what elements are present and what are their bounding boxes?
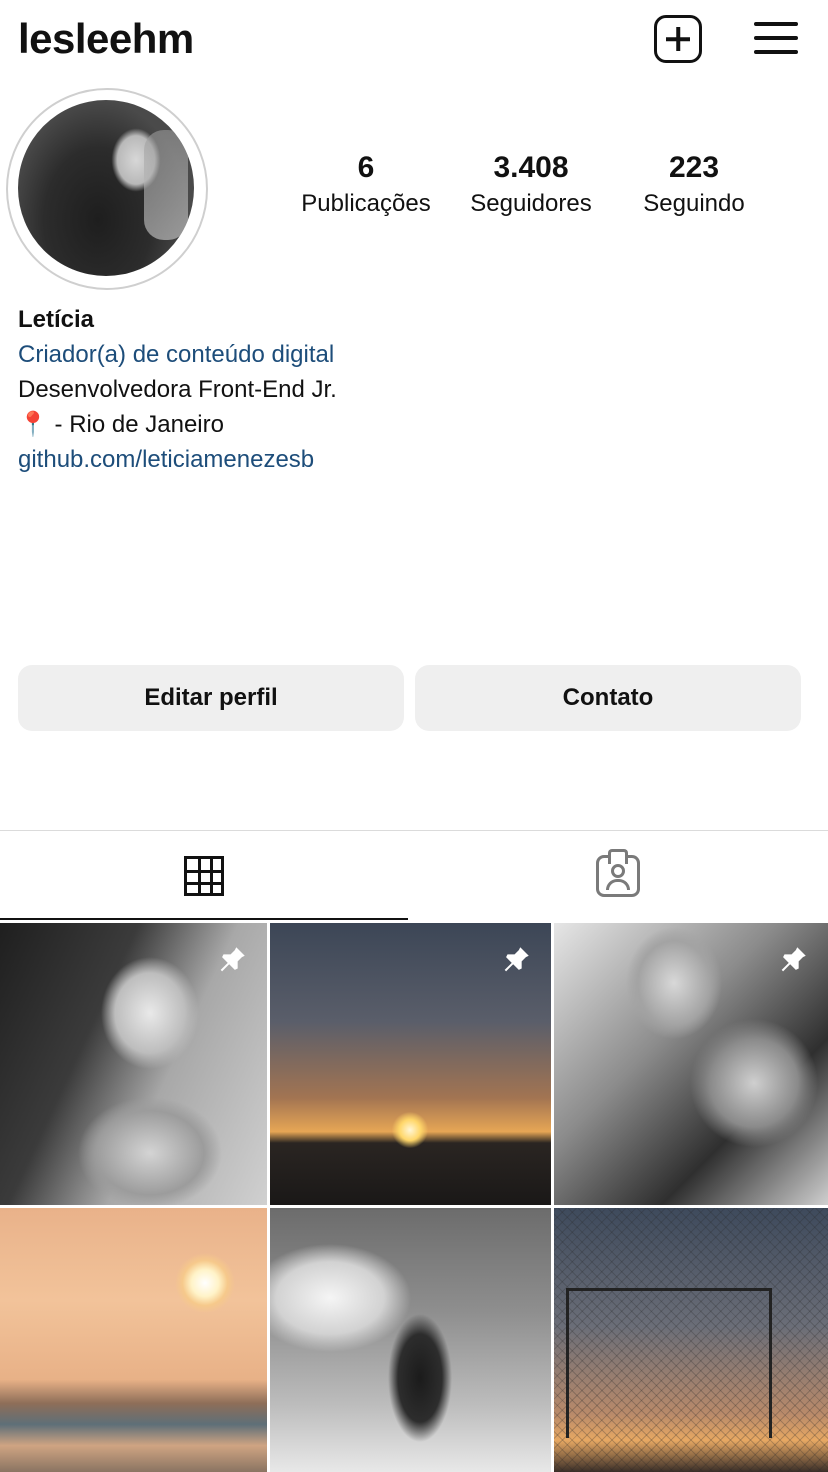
display-name: Letícia	[18, 306, 95, 333]
bio-location: 📍 - Rio de Janeiro	[18, 407, 808, 442]
contact-button[interactable]: Contato	[415, 665, 801, 731]
stat-following-label: Seguindo	[643, 190, 745, 217]
pin-icon	[776, 943, 810, 977]
post-thumbnail[interactable]	[0, 923, 267, 1205]
pin-icon	[215, 943, 249, 977]
pin-emoji-icon: 📍	[18, 411, 48, 438]
stat-following-count: 223	[668, 151, 720, 184]
tabs-divider	[0, 830, 828, 831]
post-thumbnail[interactable]	[554, 1208, 828, 1472]
bio-location-text: - Rio de Janeiro	[47, 411, 224, 438]
stat-followers-label: Seguidores	[470, 190, 592, 217]
stat-followers-count: 3.408	[493, 151, 569, 184]
grid-icon	[184, 856, 224, 896]
pin-icon	[499, 943, 533, 977]
profile-link[interactable]: github.com/leticiamenezesb	[18, 442, 808, 477]
top-bar: lesleehm	[0, 0, 828, 82]
profile-page: lesleehm 6 Publicações 3.408 Seguidores …	[0, 0, 828, 1472]
avatar[interactable]	[6, 88, 208, 290]
stat-posts[interactable]: 6 Publicações	[290, 150, 442, 220]
tab-selected-indicator	[0, 918, 408, 920]
stat-following[interactable]: 223 Seguindo	[626, 150, 762, 220]
profile-photo	[18, 100, 194, 276]
edit-profile-button[interactable]: Editar perfil	[18, 665, 404, 731]
stat-posts-count: 6	[357, 151, 375, 184]
hamburger-menu-icon[interactable]	[754, 20, 798, 56]
fence-frame	[566, 1288, 772, 1438]
post-thumbnail[interactable]	[0, 1208, 267, 1472]
plus-square-icon[interactable]	[654, 15, 702, 63]
bio-line-1: Desenvolvedora Front-End Jr.	[18, 376, 337, 403]
username[interactable]: lesleehm	[18, 12, 194, 66]
post-thumbnail[interactable]	[554, 923, 828, 1205]
stat-posts-label: Publicações	[301, 190, 431, 217]
category-label[interactable]: Criador(a) de conteúdo digital	[18, 337, 808, 372]
tab-grid[interactable]	[0, 832, 408, 920]
post-thumbnail[interactable]	[270, 923, 551, 1205]
bio: Letícia Criador(a) de conteúdo digital D…	[18, 302, 808, 477]
tab-tagged[interactable]	[414, 832, 822, 920]
post-thumbnail[interactable]	[270, 1208, 551, 1472]
tagged-user-icon	[596, 855, 640, 897]
stat-followers[interactable]: 3.408 Seguidores	[458, 150, 604, 220]
